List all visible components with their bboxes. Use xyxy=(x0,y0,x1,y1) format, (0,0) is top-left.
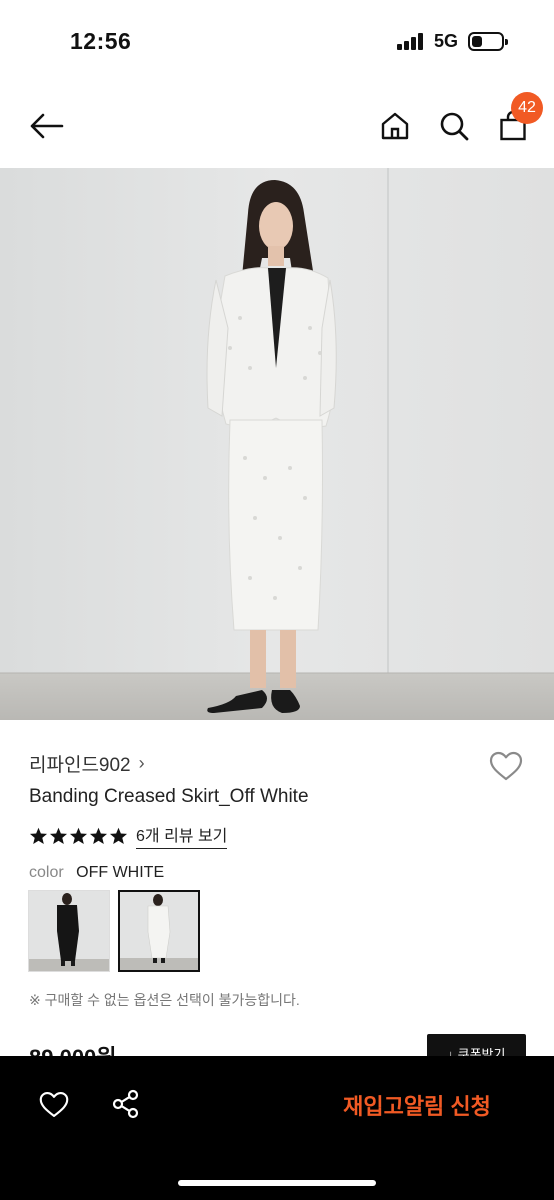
color-value: OFF WHITE xyxy=(76,864,165,881)
network-label: 5G xyxy=(434,31,459,51)
chevron-right-icon: › xyxy=(138,753,145,773)
star-icon xyxy=(49,827,68,844)
back-arrow-icon xyxy=(30,113,64,139)
product-title: Banding Creased Skirt_Off White xyxy=(29,786,309,807)
swatch-thumbnail xyxy=(29,891,109,971)
swatch-thumbnail xyxy=(120,892,198,970)
rating-stars xyxy=(29,827,128,845)
star-icon xyxy=(109,827,128,844)
status-time: 12:56 xyxy=(70,28,132,54)
home-icon xyxy=(381,112,409,140)
color-label: color xyxy=(29,864,64,881)
home-indicator xyxy=(178,1180,376,1186)
bottom-action-bar: 재입고알림 신청 xyxy=(0,1056,554,1200)
product-image[interactable] xyxy=(0,168,554,720)
model-photo xyxy=(0,168,554,720)
like-button[interactable] xyxy=(34,1084,74,1124)
star-icon xyxy=(69,827,88,844)
search-button[interactable] xyxy=(432,104,476,148)
app-header xyxy=(0,84,554,168)
color-row: color OFF WHITE xyxy=(29,864,164,882)
heart-icon xyxy=(39,1091,69,1117)
battery-icon xyxy=(468,32,508,51)
share-button[interactable] xyxy=(106,1084,146,1124)
back-button[interactable] xyxy=(22,104,70,148)
restock-alert-button[interactable]: 재입고알림 신청 xyxy=(322,1084,512,1126)
signal-icon xyxy=(397,33,425,50)
brand-link[interactable]: 리파인드902 › xyxy=(29,750,145,777)
home-button[interactable] xyxy=(374,104,416,148)
color-swatch-black[interactable] xyxy=(28,890,110,972)
heart-icon xyxy=(489,751,523,781)
rating-row: 6개 리뷰 보기 xyxy=(29,822,228,849)
wishlist-button[interactable] xyxy=(486,746,526,786)
star-icon xyxy=(29,827,48,844)
share-icon xyxy=(112,1089,139,1119)
color-swatch-off-white[interactable] xyxy=(118,890,200,972)
review-link[interactable]: 6개 리뷰 보기 xyxy=(136,822,228,849)
star-icon xyxy=(89,827,108,844)
cart-count-badge: 42 xyxy=(511,92,543,124)
search-icon xyxy=(440,112,469,141)
option-notice: ※ 구매할 수 없는 옵션은 선택이 불가능합니다. xyxy=(29,992,300,1008)
status-bar: 12:56 5G xyxy=(0,0,554,84)
brand-name: 리파인드902 xyxy=(29,755,131,776)
